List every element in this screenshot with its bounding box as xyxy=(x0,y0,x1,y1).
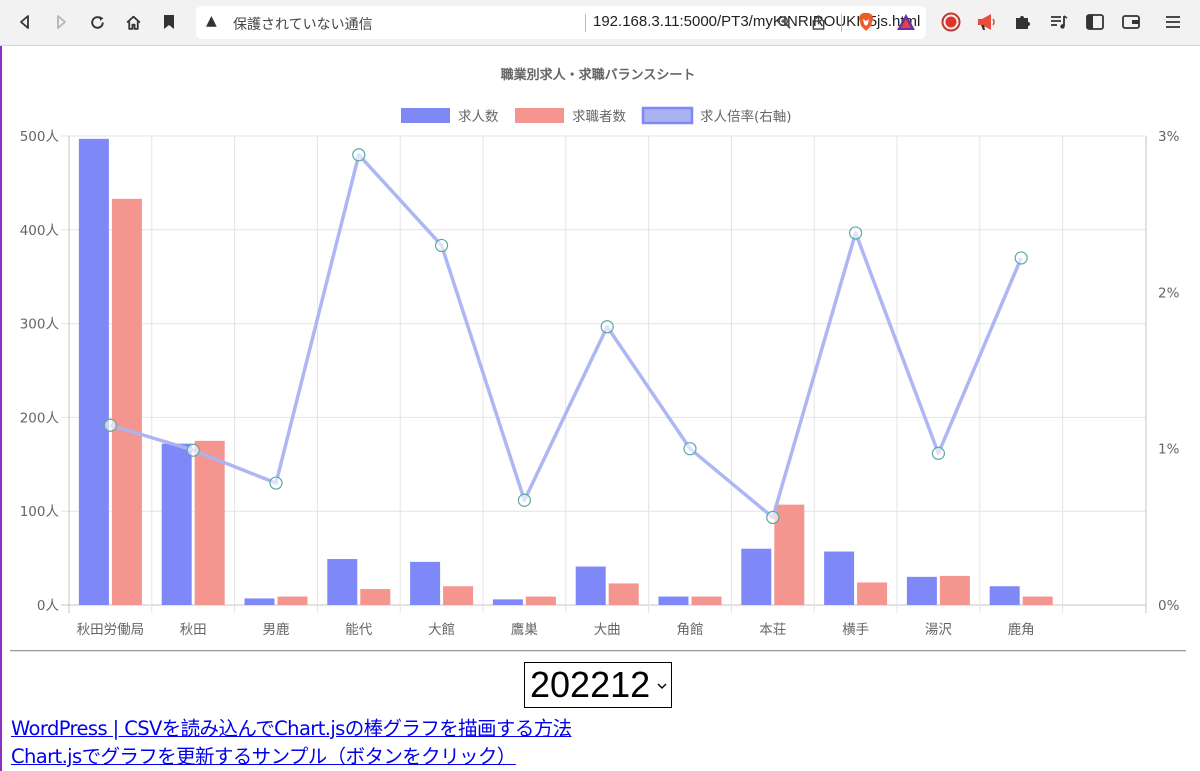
ratio-point[interactable] xyxy=(600,320,614,334)
megaphone-icon[interactable] xyxy=(974,9,1000,35)
y-right-tick-label: 1% xyxy=(1158,442,1180,458)
wordpress-csv-link[interactable]: WordPress | CSVを読み込んでChart.jsの棒グラフを描画する方… xyxy=(11,712,572,741)
x-tick-label: 横手 xyxy=(842,622,869,638)
month-select-value: 202212 xyxy=(530,664,651,705)
bar-job-seekers[interactable] xyxy=(194,440,225,605)
bar-job-offers[interactable] xyxy=(492,599,523,605)
extensions-puzzle-icon[interactable] xyxy=(1010,9,1036,35)
bar-job-offers[interactable] xyxy=(327,559,358,605)
ratio-point[interactable] xyxy=(766,510,780,525)
bar-job-offers[interactable] xyxy=(906,576,937,605)
x-tick-label: 本荘 xyxy=(759,622,786,638)
menu-icon[interactable] xyxy=(1160,9,1186,35)
y-left-tick-label: 0人 xyxy=(37,598,60,614)
horizontal-rule xyxy=(10,650,1186,652)
insecure-label: 保護されていない通信 xyxy=(233,17,373,33)
reload-icon[interactable] xyxy=(82,7,112,37)
chevron-down-icon xyxy=(657,679,667,693)
ratio-point[interactable] xyxy=(848,226,863,240)
ratio-point[interactable] xyxy=(269,476,283,490)
ratio-point[interactable] xyxy=(103,418,118,432)
bar-job-seekers[interactable] xyxy=(857,582,888,605)
chart-ticks: 0人 100人 200人 300人 400人 500人 0% 1% 2% 3% 秋田労働局 秋田 男鹿 能… xyxy=(20,129,1180,638)
x-tick-label: 角館 xyxy=(677,622,704,638)
zoom-icon[interactable] xyxy=(774,12,794,32)
x-tick-label: 秋田 xyxy=(180,622,207,638)
bar-job-offers[interactable] xyxy=(824,551,855,605)
forward-icon[interactable] xyxy=(46,7,76,37)
bar-job-offers[interactable] xyxy=(78,138,109,605)
y-right-tick-label: 3% xyxy=(1158,129,1180,145)
x-tick-label: 男鹿 xyxy=(263,621,290,638)
bar-job-offers[interactable] xyxy=(410,561,441,605)
home-icon[interactable] xyxy=(118,7,148,37)
y-right-tick-label: 2% xyxy=(1158,285,1180,301)
x-tick-label: 能代 xyxy=(345,622,372,638)
legend-swatch-1 xyxy=(515,108,564,123)
address-separator xyxy=(585,14,586,32)
browser-toolbar: ▲ 保護されていない通信 192.168.3.11:5000/PT3/myKIN… xyxy=(0,0,1200,46)
bar-job-seekers[interactable] xyxy=(111,198,142,605)
ratio-point[interactable] xyxy=(931,446,946,460)
x-tick-label: 鷹巣 xyxy=(511,622,539,638)
ratio-point[interactable] xyxy=(683,442,697,456)
ratio-point[interactable] xyxy=(1014,251,1028,265)
playlist-icon[interactable] xyxy=(1046,9,1072,35)
x-tick-label: 鹿角 xyxy=(1008,621,1035,638)
brave-shield-icon[interactable] xyxy=(856,12,876,32)
ratio-point[interactable] xyxy=(435,238,449,253)
bar-job-seekers[interactable] xyxy=(277,596,308,605)
month-select[interactable]: 202212 xyxy=(524,662,672,708)
bar-job-offers[interactable] xyxy=(575,566,606,605)
y-left-tick-label: 300人 xyxy=(20,317,60,333)
bookmark-icon[interactable] xyxy=(154,7,184,37)
back-icon[interactable] xyxy=(10,7,40,37)
bar-job-seekers[interactable] xyxy=(1022,596,1053,605)
wallet-icon[interactable] xyxy=(1118,9,1144,35)
bar-job-seekers[interactable] xyxy=(443,586,474,605)
x-tick-label: 大曲 xyxy=(594,622,621,638)
chartjs-update-link[interactable]: Chart.jsでグラフを更新するサンプル（ボタンをクリック） xyxy=(11,740,516,769)
bar-job-offers[interactable] xyxy=(161,443,192,605)
address-separator-2 xyxy=(841,14,842,32)
share-icon[interactable] xyxy=(808,12,828,32)
ratio-point[interactable] xyxy=(352,148,366,162)
balance-chart: 職業別求人・求職バランスシート 求人数 求職者数 求人倍率(右軸) 0人 100人 20… xyxy=(20,67,1180,638)
bar-job-seekers[interactable] xyxy=(691,596,722,605)
sidebar-icon[interactable] xyxy=(1082,9,1108,35)
y-left-tick-label: 200人 xyxy=(20,410,60,426)
x-tick-label: 秋田労働局 xyxy=(77,622,145,638)
x-tick-label: 湯沢 xyxy=(925,621,953,638)
ratio-point[interactable] xyxy=(186,443,200,457)
record-icon[interactable] xyxy=(938,9,964,35)
y-right-tick-label: 0% xyxy=(1158,598,1180,614)
chart-legend[interactable]: 求人数 求職者数 求人倍率(右軸) xyxy=(401,106,792,125)
brave-rewards-icon[interactable] xyxy=(896,12,916,32)
bar-job-seekers[interactable] xyxy=(608,583,639,605)
y-left-tick-label: 400人 xyxy=(20,223,60,239)
y-left-tick-label: 100人 xyxy=(20,504,60,520)
legend-label-0: 求人数 xyxy=(458,109,499,125)
bar-job-seekers[interactable] xyxy=(525,596,556,605)
ratio-point[interactable] xyxy=(517,493,532,507)
bar-job-seekers[interactable] xyxy=(939,575,970,605)
legend-label-2: 求人倍率(右軸) xyxy=(700,108,792,125)
chart-title: 職業別求人・求職バランスシート xyxy=(501,67,696,83)
bar-job-seekers[interactable] xyxy=(360,589,391,605)
legend-swatch-2 xyxy=(641,106,694,125)
address-bar[interactable]: ▲ 保護されていない通信 192.168.3.11:5000/PT3/myKIN… xyxy=(196,6,926,39)
legend-swatch-0 xyxy=(401,108,450,123)
x-tick-label: 大館 xyxy=(428,622,455,638)
bar-job-offers[interactable] xyxy=(741,548,772,605)
bar-job-offers[interactable] xyxy=(658,596,689,605)
legend-label-1: 求職者数 xyxy=(572,109,626,125)
bar-job-offers[interactable] xyxy=(989,586,1020,605)
y-left-tick-label: 500人 xyxy=(20,129,60,145)
bar-job-offers[interactable] xyxy=(244,598,275,605)
warning-icon[interactable]: ▲ xyxy=(206,13,217,29)
